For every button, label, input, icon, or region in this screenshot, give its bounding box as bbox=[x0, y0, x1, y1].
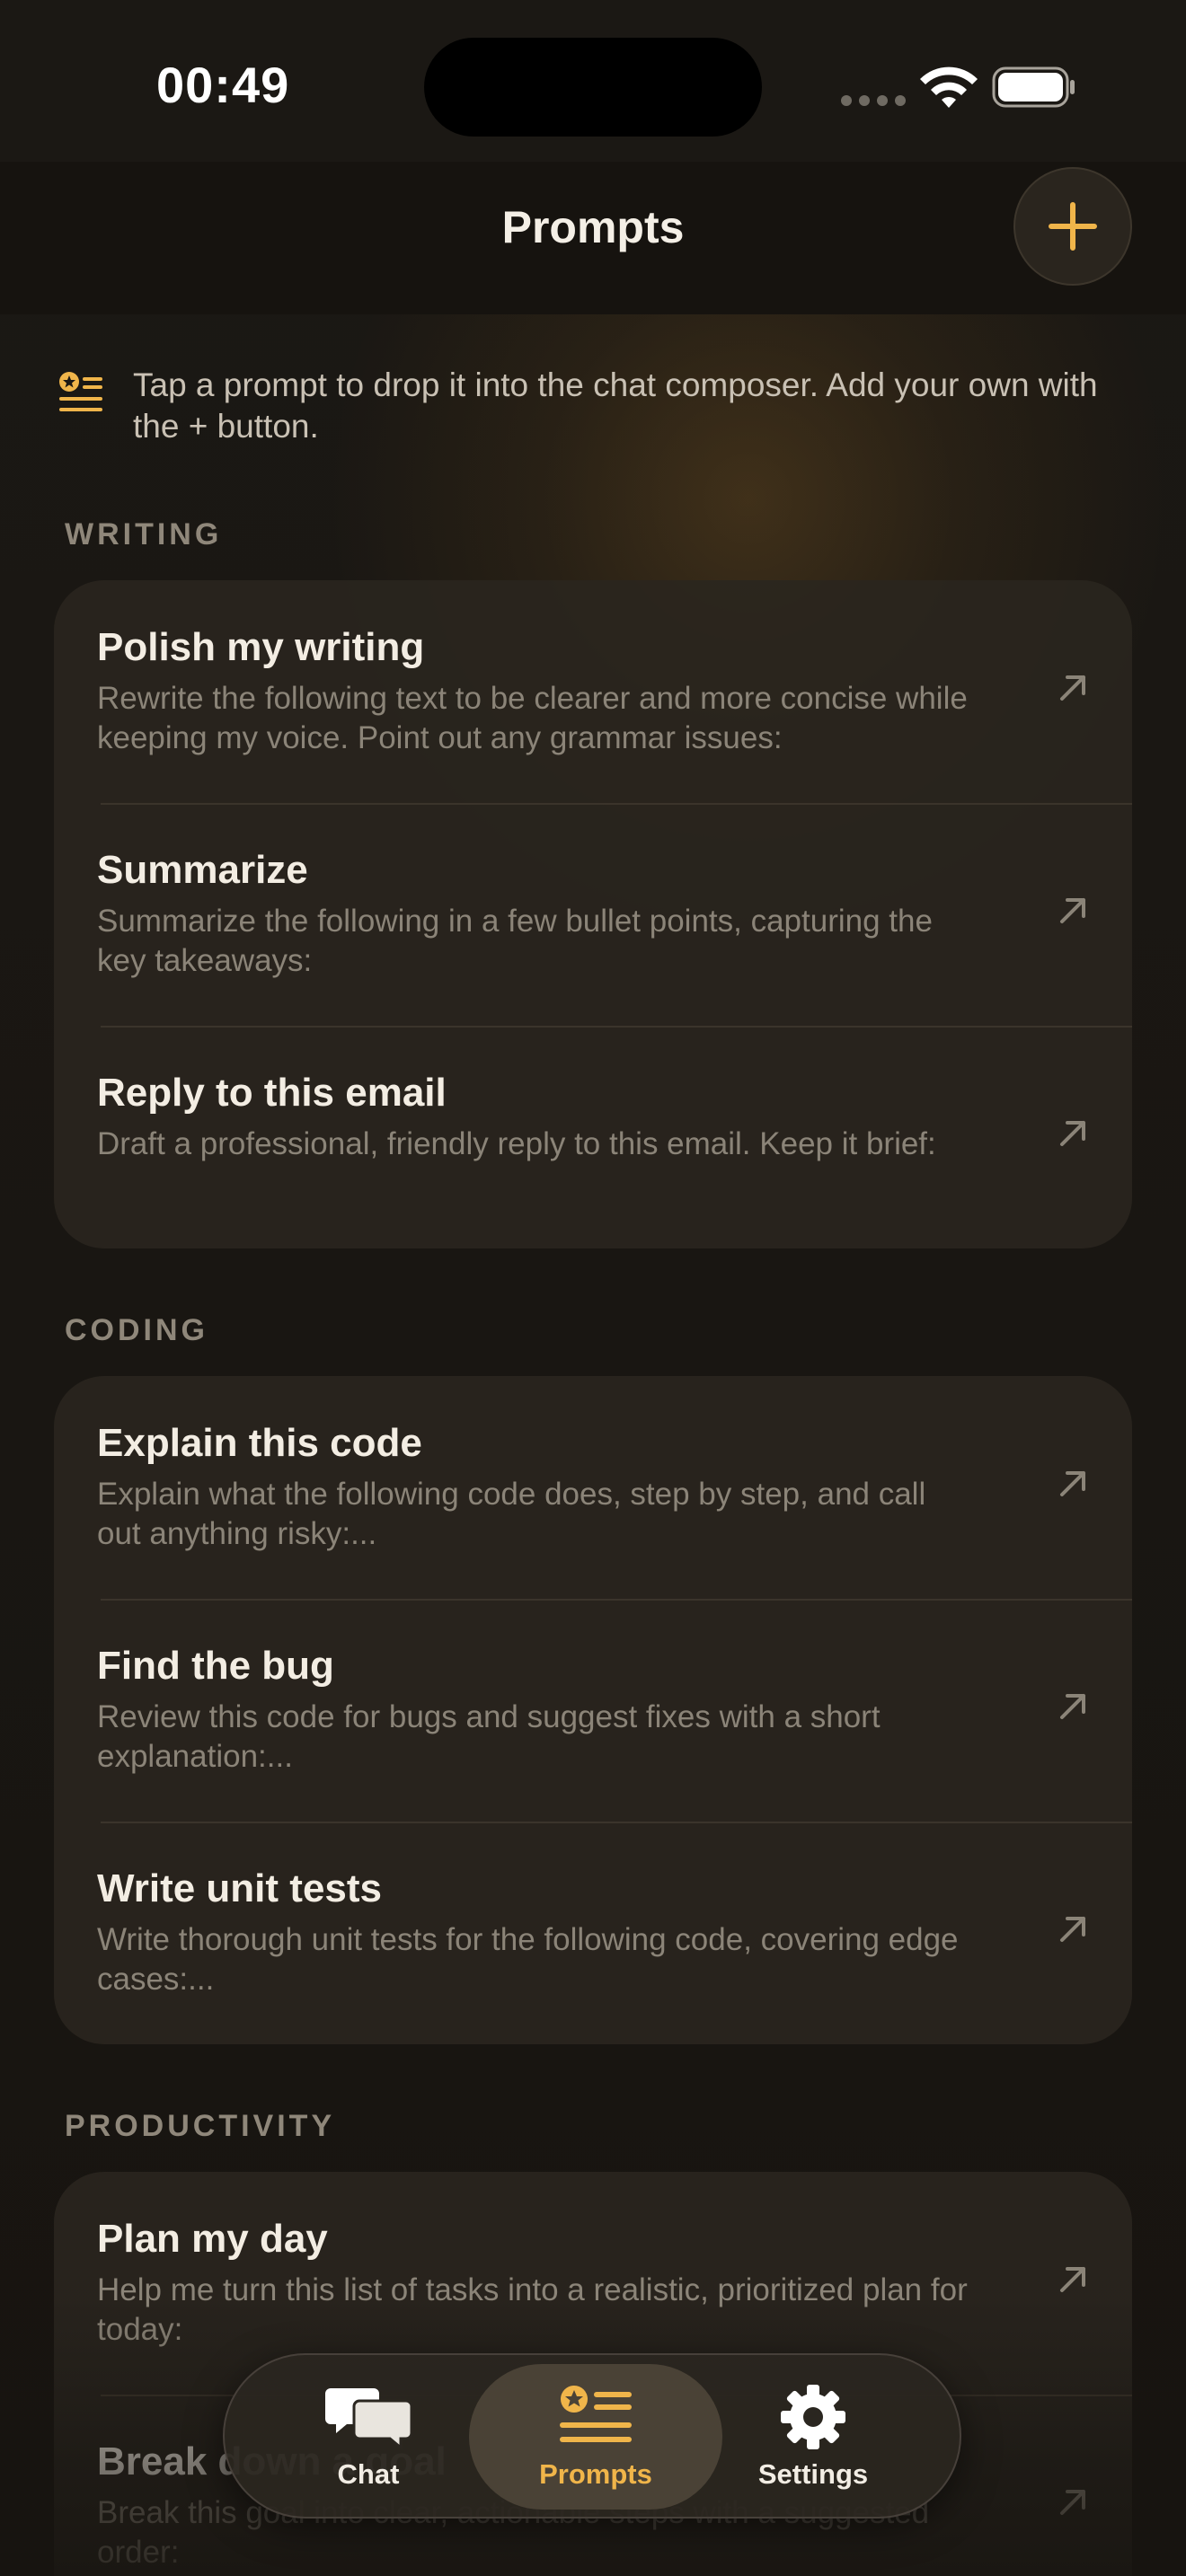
prompt-row[interactable]: Write unit tests Write thorough unit tes… bbox=[54, 1822, 1132, 2044]
tab-chat-label: Chat bbox=[337, 2458, 400, 2490]
list-star-icon bbox=[59, 372, 102, 411]
prompt-description: Help me turn this list of tasks into a r… bbox=[97, 2272, 968, 2347]
battery-icon bbox=[992, 66, 1075, 108]
tab-bar: Chat Prompts Settings bbox=[223, 2353, 961, 2519]
cellular-signal-icon bbox=[841, 95, 906, 106]
prompt-title: Find the bug bbox=[97, 1644, 334, 1688]
hint-banner: Tap a prompt to drop it into the chat co… bbox=[58, 365, 1136, 447]
prompt-row[interactable]: Explain this code Explain what the follo… bbox=[54, 1376, 1132, 1599]
tab-prompts-label: Prompts bbox=[539, 2458, 652, 2490]
hint-text: Tap a prompt to drop it into the chat co… bbox=[133, 366, 1098, 445]
add-prompt-button[interactable] bbox=[1013, 167, 1132, 286]
tab-settings-label: Settings bbox=[757, 2458, 869, 2490]
screen: 00:49 Prompts Tap a prompt to drop it in… bbox=[0, 0, 1186, 2576]
prompt-description: Explain what the following code does, st… bbox=[97, 1477, 926, 1551]
dynamic-island bbox=[424, 38, 762, 137]
wifi-icon bbox=[920, 66, 978, 108]
tab-chat[interactable]: Chat bbox=[261, 2364, 476, 2510]
prompt-title: Polish my writing bbox=[97, 625, 425, 669]
arrow-up-right-icon bbox=[1060, 2490, 1085, 2515]
prompt-title: Summarize bbox=[97, 848, 308, 892]
prompt-row[interactable]: Reply to this email Draft a professional… bbox=[54, 1026, 1132, 1248]
prompt-description: Review this code for bugs and suggest fi… bbox=[97, 1699, 881, 1774]
section-label-productivity: PRODUCTIVITY bbox=[65, 2109, 336, 2143]
arrow-up-right-icon bbox=[1060, 1694, 1085, 1719]
arrow-up-right-icon bbox=[1060, 2267, 1085, 2292]
page-title: Prompts bbox=[501, 202, 685, 252]
prompt-row[interactable]: Polish my writing Rewrite the following … bbox=[54, 580, 1132, 803]
arrow-up-right-icon bbox=[1060, 1471, 1085, 1496]
prompt-group-writing: Polish my writing Rewrite the following … bbox=[54, 580, 1132, 1248]
prompt-group-coding: Explain this code Explain what the follo… bbox=[54, 1376, 1132, 2044]
status-time: 00:49 bbox=[156, 57, 290, 113]
prompt-title: Explain this code bbox=[97, 1421, 422, 1465]
list-star-icon bbox=[560, 2386, 632, 2442]
prompt-title: Plan my day bbox=[97, 2217, 328, 2261]
prompt-row[interactable]: Find the bug Review this code for bugs a… bbox=[54, 1599, 1132, 1822]
prompt-description: Rewrite the following text to be clearer… bbox=[97, 681, 968, 755]
arrow-up-right-icon bbox=[1060, 898, 1085, 923]
prompt-title: Write unit tests bbox=[97, 1866, 383, 1910]
prompt-title: Reply to this email bbox=[97, 1071, 447, 1115]
plus-icon bbox=[1049, 202, 1097, 251]
chat-bubbles-icon bbox=[325, 2388, 413, 2451]
prompt-description: Write thorough unit tests for the follow… bbox=[97, 1922, 959, 1997]
gear-icon bbox=[781, 2385, 845, 2449]
section-label-coding: CODING bbox=[65, 1313, 208, 1347]
tab-settings[interactable]: Settings bbox=[701, 2364, 925, 2510]
tab-prompts[interactable]: Prompts bbox=[469, 2364, 722, 2510]
prompt-description: Summarize the following in a few bullet … bbox=[97, 904, 933, 978]
section-label-writing: WRITING bbox=[65, 517, 223, 551]
prompt-description: Draft a professional, friendly reply to … bbox=[97, 1126, 936, 1161]
arrow-up-right-icon bbox=[1060, 675, 1085, 701]
arrow-up-right-icon bbox=[1060, 1917, 1085, 1942]
prompt-row[interactable]: Summarize Summarize the following in a f… bbox=[54, 803, 1132, 1026]
arrow-up-right-icon bbox=[1060, 1121, 1085, 1146]
